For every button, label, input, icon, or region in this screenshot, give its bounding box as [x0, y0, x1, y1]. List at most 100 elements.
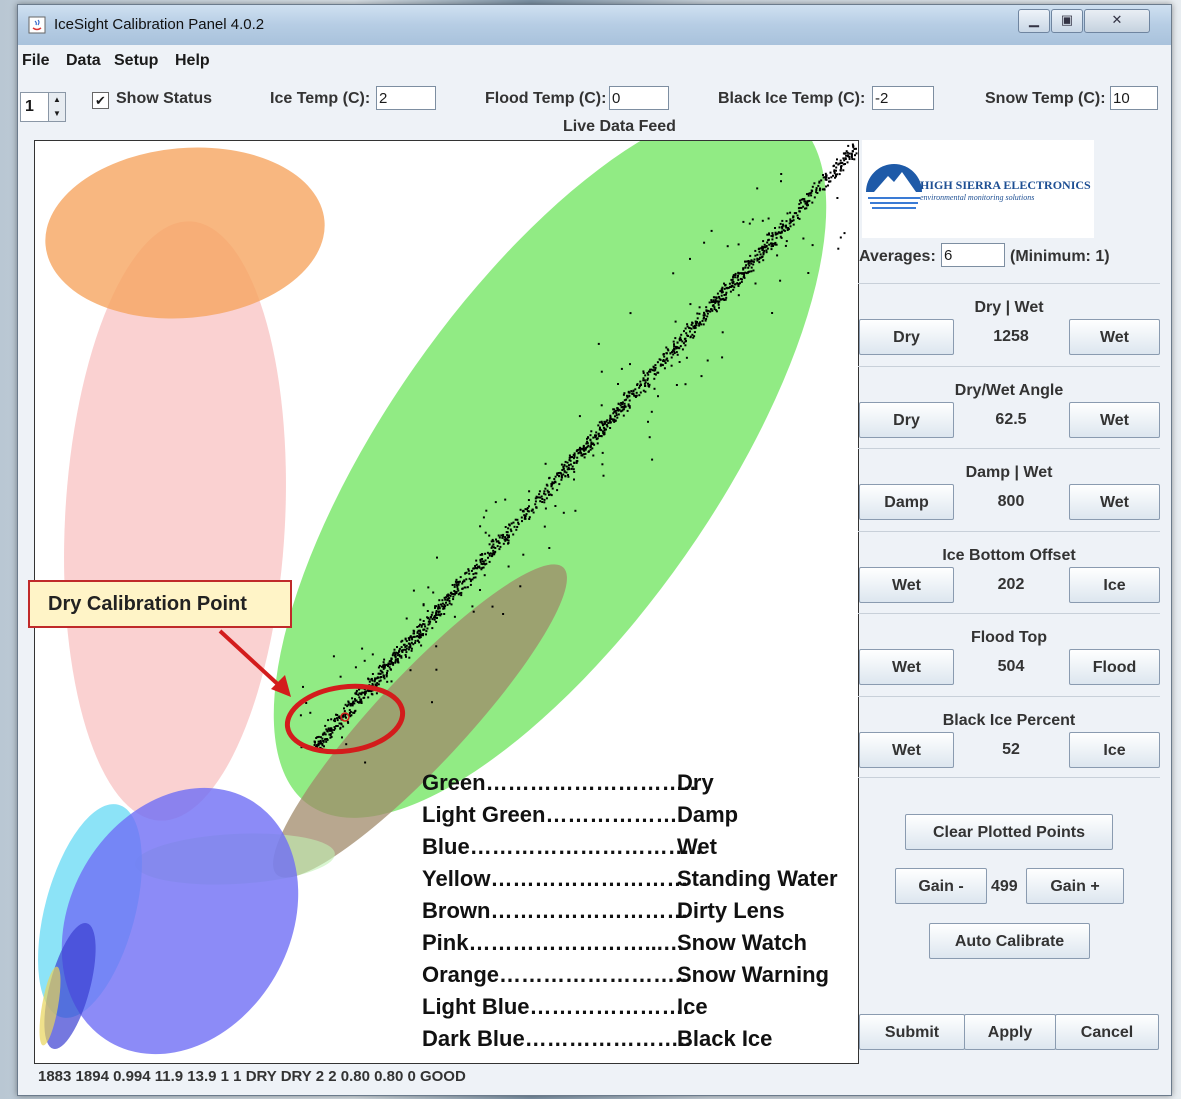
plotted-point	[492, 543, 495, 546]
menu-help[interactable]: Help	[175, 52, 210, 70]
plotted-point	[494, 547, 497, 549]
plotted-point	[582, 449, 585, 451]
plotted-point	[644, 384, 647, 387]
section-right-button[interactable]: Wet	[1069, 319, 1160, 355]
channel-spinner[interactable]: 1 ▲ ▼	[20, 92, 66, 122]
plotted-point	[710, 229, 713, 232]
plotted-point	[776, 254, 779, 257]
cancel-button[interactable]: Cancel	[1055, 1014, 1159, 1050]
plotted-point	[573, 455, 576, 458]
section-right-button[interactable]: Ice	[1069, 567, 1160, 603]
legend-meaning: Dry	[677, 770, 714, 795]
plotted-point	[694, 320, 697, 323]
gain-plus-button[interactable]: Gain +	[1026, 868, 1124, 904]
apply-button[interactable]: Apply	[964, 1014, 1056, 1050]
averages-field[interactable]: 6	[941, 243, 1005, 267]
plotted-point	[450, 603, 453, 606]
plotted-point	[325, 740, 328, 743]
plotted-point	[446, 595, 449, 598]
plotted-point	[410, 636, 413, 639]
plotted-point	[741, 278, 743, 281]
plotted-point	[393, 648, 396, 651]
ice-temp-field[interactable]: 2	[376, 86, 436, 110]
flood-temp-field[interactable]: 0	[609, 86, 669, 110]
plotted-point	[504, 526, 507, 528]
section-right-button[interactable]: Wet	[1069, 484, 1160, 520]
section-right-button[interactable]: Ice	[1069, 732, 1160, 768]
plotted-point	[653, 377, 656, 380]
spinner-down-icon[interactable]: ▼	[49, 107, 65, 121]
plotted-point	[354, 709, 357, 712]
submit-button[interactable]: Submit	[859, 1014, 965, 1050]
plotted-point	[675, 351, 678, 354]
close-button[interactable]: ✕	[1084, 9, 1150, 33]
plotted-point	[574, 509, 577, 512]
minimize-button[interactable]: ▁	[1018, 9, 1050, 33]
black-ice-temp-field[interactable]: -2	[872, 86, 934, 110]
plotted-point	[498, 542, 501, 545]
section-value: 504	[997, 658, 1025, 675]
plotted-point	[394, 659, 397, 662]
plotted-point	[534, 500, 537, 503]
divider	[858, 777, 1160, 778]
plotted-point	[685, 340, 687, 342]
plotted-point	[379, 669, 382, 672]
show-status-checkbox[interactable]: ✔	[92, 92, 109, 109]
section-left-button[interactable]: Wet	[859, 567, 954, 603]
plotted-point	[731, 282, 734, 285]
plotted-point	[528, 490, 531, 493]
plotted-point	[698, 324, 701, 327]
plotted-point	[492, 549, 495, 552]
section-left-button[interactable]: Dry	[859, 319, 954, 355]
section-right-button[interactable]: Wet	[1069, 402, 1160, 438]
section-left-button[interactable]: Dry	[859, 402, 954, 438]
plotted-point	[781, 219, 784, 222]
plotted-point	[425, 630, 428, 633]
clear-plotted-points-button[interactable]: Clear Plotted Points	[905, 814, 1113, 850]
plotted-point	[662, 359, 665, 361]
legend-color-name: Brown	[422, 898, 491, 923]
legend-meaning: Dirty Lens	[677, 898, 785, 923]
plotted-point	[651, 458, 654, 461]
maximize-button[interactable]: ▣	[1051, 9, 1083, 33]
plotted-point	[684, 337, 687, 340]
plotted-point	[724, 298, 727, 301]
plotted-point	[728, 282, 731, 285]
plotted-point	[848, 155, 851, 158]
auto-calibrate-button[interactable]: Auto Calibrate	[929, 923, 1090, 959]
section-divider	[858, 283, 1160, 284]
plotted-point	[438, 599, 441, 602]
plotted-point	[330, 735, 333, 738]
plotted-point	[338, 715, 341, 718]
plotted-point	[364, 761, 367, 764]
title-bar[interactable]: IceSight Calibration Panel 4.0.2 ▁ ▣ ✕	[18, 5, 1171, 45]
plotted-point	[409, 643, 411, 646]
plotted-point	[487, 556, 489, 559]
section-left-button[interactable]: Wet	[859, 649, 954, 685]
plotted-point	[474, 576, 477, 579]
plotted-point	[752, 269, 755, 272]
plotted-point	[469, 583, 472, 586]
spinner-up-icon[interactable]: ▲	[49, 93, 65, 107]
plotted-point	[740, 280, 743, 283]
plotted-point	[566, 461, 569, 464]
plotted-point	[639, 380, 642, 383]
plotted-point	[543, 501, 546, 504]
plotted-point	[448, 602, 451, 605]
legend-row: Dark Blue………………….. Black Ice	[422, 1026, 772, 1052]
spinner-arrows[interactable]: ▲ ▼	[48, 93, 65, 121]
plotted-point	[368, 680, 371, 683]
section-right-button[interactable]: Flood	[1069, 649, 1160, 685]
plotted-point	[353, 702, 356, 705]
menu-file[interactable]: File	[22, 52, 50, 70]
menu-data[interactable]: Data	[66, 52, 101, 70]
plotted-point	[373, 680, 376, 683]
plotted-point	[737, 283, 740, 285]
section-left-button[interactable]: Wet	[859, 732, 954, 768]
menu-setup[interactable]: Setup	[114, 52, 158, 70]
gain-minus-button[interactable]: Gain -	[895, 868, 987, 904]
plotted-point	[546, 489, 549, 492]
snow-temp-field[interactable]: 10	[1110, 86, 1158, 110]
section-left-button[interactable]: Damp	[859, 484, 954, 520]
plotted-point	[827, 184, 829, 187]
